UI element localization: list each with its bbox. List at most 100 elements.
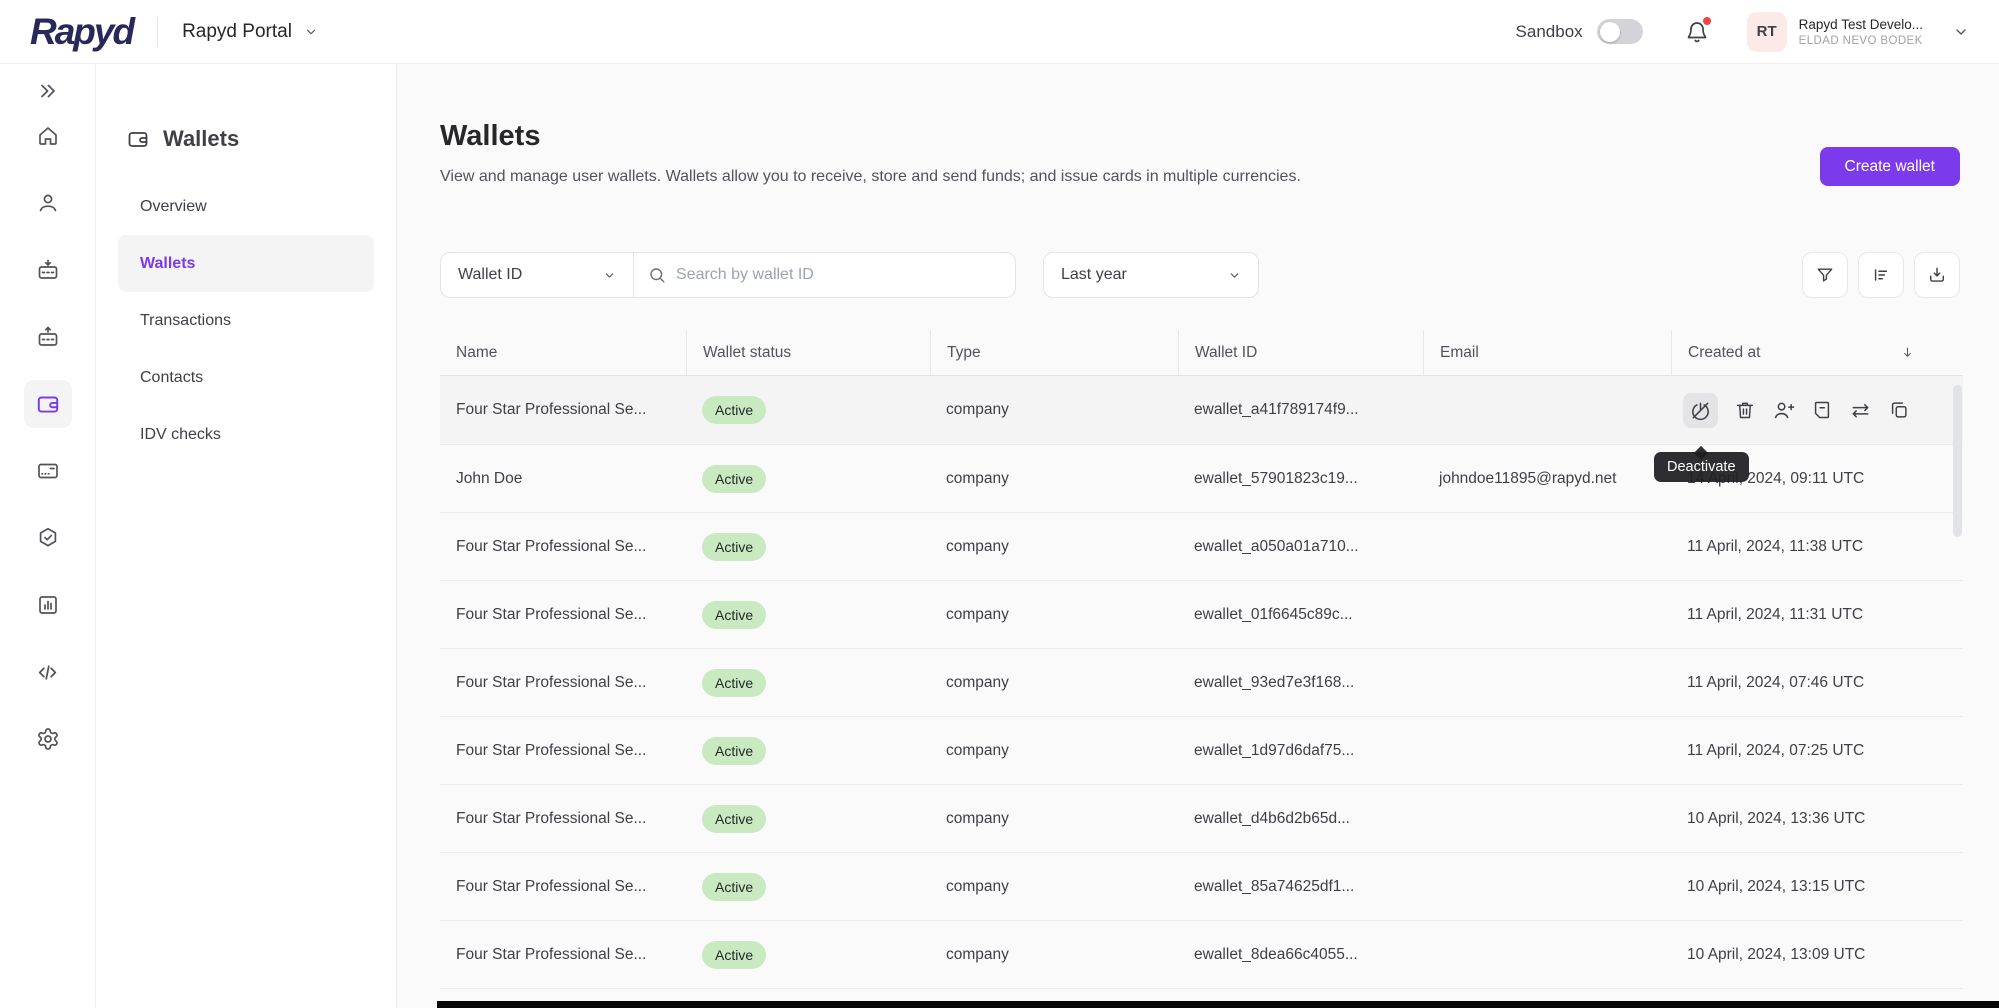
rail-item-wallets[interactable]: [24, 380, 72, 428]
chevron-down-icon: [1953, 24, 1969, 40]
table-row[interactable]: Four Star Professional Se... Active comp…: [440, 852, 1963, 920]
header-divider: [157, 17, 158, 47]
cell-status: Active: [686, 941, 930, 969]
cell-created-at: 11 April, 2024, 07:25 UTC: [1671, 742, 1963, 760]
chevron-down-icon: [1228, 269, 1241, 282]
column-header-wallet-status[interactable]: Wallet status: [686, 330, 930, 375]
vertical-scrollbar[interactable]: [1953, 385, 1962, 537]
cell-created-at: 10 April, 2024, 13:36 UTC: [1671, 810, 1963, 828]
table-row[interactable]: Four Star Professional Se... Active comp…: [440, 920, 1963, 988]
sidebar-item-wallets[interactable]: Wallets: [118, 235, 374, 292]
create-wallet-button[interactable]: Create wallet: [1820, 147, 1960, 186]
sidebar-item-label: Overview: [140, 198, 207, 216]
notification-dot: [1703, 17, 1711, 25]
rail-item-verify[interactable]: [36, 526, 60, 550]
rail-item-cards[interactable]: [36, 459, 60, 483]
icon-rail: [0, 64, 96, 1008]
rail-item-settings[interactable]: [36, 727, 60, 751]
sidebar-item-contacts[interactable]: Contacts: [118, 349, 374, 406]
rail-item-disburse[interactable]: [36, 325, 60, 349]
status-badge: Active: [702, 669, 766, 697]
sort-icon: [1871, 265, 1891, 285]
app-root: Rapyd Rapyd Portal Sandbox RT Rapyd Test…: [0, 0, 1999, 1008]
sandbox-toggle[interactable]: [1597, 19, 1643, 44]
contacts-icon: [36, 191, 60, 215]
rail-item-developers[interactable]: [36, 660, 60, 684]
rail-item-collect[interactable]: [36, 258, 60, 282]
delete-button[interactable]: [1734, 399, 1756, 421]
cell-created-at: 11 April, 2024, 07:46 UTC: [1671, 674, 1963, 692]
code-icon: [35, 660, 60, 685]
search-input[interactable]: [676, 266, 1001, 284]
table-row[interactable]: Four Star Professional Se... Active comp…: [440, 784, 1963, 852]
cell-type: company: [930, 674, 1178, 692]
rail-item-contacts[interactable]: [36, 191, 60, 215]
sidebar-item-idv-checks[interactable]: IDV checks: [118, 406, 374, 463]
portal-switcher[interactable]: Rapyd Portal: [182, 21, 318, 43]
deactivate-button[interactable]: [1683, 393, 1718, 428]
details-button[interactable]: [1811, 399, 1833, 421]
filter-bar: Wallet ID Last year: [440, 252, 1960, 298]
sidebar-item-label: IDV checks: [140, 426, 221, 444]
toggle-knob: [1600, 22, 1620, 42]
sidebar-title-label: Wallets: [163, 126, 239, 152]
cell-created-at: 10 April, 2024, 13:09 UTC: [1671, 946, 1963, 964]
filter-button[interactable]: [1802, 252, 1848, 298]
sidebar-item-transactions[interactable]: Transactions: [118, 292, 374, 349]
cell-name: Four Star Professional Se...: [440, 946, 686, 964]
date-range-selector[interactable]: Last year: [1043, 252, 1259, 298]
status-badge: Active: [702, 941, 766, 969]
rail-item-home[interactable]: [36, 124, 60, 148]
details-icon: [1811, 399, 1833, 421]
cell-type: company: [930, 401, 1178, 419]
cell-status: Active: [686, 465, 930, 493]
cell-wallet-id: ewallet_93ed7e3f168...: [1178, 674, 1423, 692]
table-row[interactable]: Four Star Professional Se... Active comp…: [440, 512, 1963, 580]
table-header: Name Wallet status Type Wallet ID Email …: [440, 330, 1963, 376]
sidebar-item-overview[interactable]: Overview: [118, 178, 374, 235]
status-badge: Active: [702, 805, 766, 833]
deactivate-icon: [1689, 399, 1712, 422]
cell-status: Active: [686, 396, 930, 424]
search-field-selector[interactable]: Wallet ID: [441, 253, 634, 297]
table-row[interactable]: Four Star Professional Se... Active comp…: [440, 716, 1963, 784]
cell-wallet-id: ewallet_1d97d6daf75...: [1178, 742, 1423, 760]
cell-status: Active: [686, 873, 930, 901]
expand-sidebar-button[interactable]: [37, 80, 59, 102]
download-button[interactable]: [1914, 252, 1960, 298]
cell-name: Four Star Professional Se...: [440, 810, 686, 828]
bottom-edge-bar: [437, 1001, 1999, 1008]
header-right: Sandbox RT Rapyd Test Develo... ELDAD NE…: [1516, 12, 1969, 52]
sidebar-item-label: Wallets: [140, 255, 195, 273]
table-row[interactable]: Four Star Professional Se... Active comp…: [440, 580, 1963, 648]
transfer-button[interactable]: [1849, 399, 1872, 422]
column-header-wallet-id[interactable]: Wallet ID: [1178, 330, 1423, 375]
notifications-button[interactable]: [1685, 20, 1709, 44]
rapyd-logo: Rapyd: [30, 11, 133, 53]
column-header-created-at[interactable]: Created at: [1671, 330, 1963, 375]
cell-status: Active: [686, 533, 930, 561]
column-header-email[interactable]: Email: [1423, 330, 1671, 375]
table-row[interactable]: Four Star Professional Se... Active comp…: [440, 376, 1963, 444]
cell-name: John Doe: [440, 470, 686, 488]
cell-type: company: [930, 470, 1178, 488]
cell-created-at: 11 April, 2024, 11:38 UTC: [1671, 538, 1963, 556]
cell-type: company: [930, 606, 1178, 624]
table-row[interactable]: Four Star Professional Se... Active comp…: [440, 648, 1963, 716]
search-icon: [648, 266, 666, 284]
cell-name: Four Star Professional Se...: [440, 674, 686, 692]
column-header-type[interactable]: Type: [930, 330, 1178, 375]
add-contact-button[interactable]: [1772, 399, 1795, 422]
rail-item-reports[interactable]: [36, 593, 60, 617]
wallet-icon: [35, 391, 61, 417]
copy-button[interactable]: [1888, 399, 1910, 421]
cell-type: company: [930, 742, 1178, 760]
cell-status: Active: [686, 805, 930, 833]
account-menu[interactable]: RT Rapyd Test Develo... ELDAD NEVO BODEK: [1747, 12, 1969, 52]
cell-name: Four Star Professional Se...: [440, 401, 686, 419]
column-header-name[interactable]: Name: [440, 330, 686, 375]
cell-name: Four Star Professional Se...: [440, 878, 686, 896]
sort-button[interactable]: [1858, 252, 1904, 298]
page-title: Wallets: [440, 120, 540, 153]
collect-icon: [36, 258, 60, 282]
